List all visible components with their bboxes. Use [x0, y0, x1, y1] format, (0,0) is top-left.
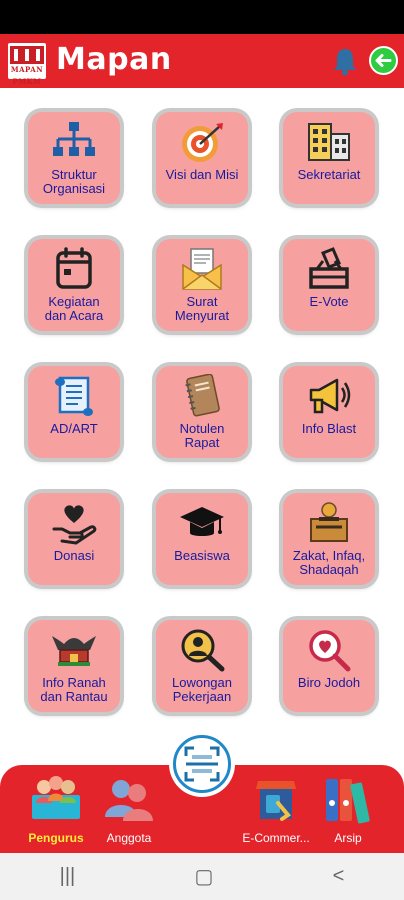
recents-icon[interactable]: ||| [60, 865, 76, 888]
arrow-left-circle-icon [375, 54, 392, 67]
nav-item-e-commerce[interactable]: E-Commer... [236, 765, 316, 853]
nav-item-arsip[interactable]: Arsip [308, 765, 388, 853]
nav-label: E-Commer... [242, 831, 310, 845]
app-title: Mapan [56, 42, 172, 77]
heart-search-icon [305, 628, 353, 672]
scan-button[interactable] [173, 735, 231, 793]
menu-tile-kegiatan-dan-acara[interactable]: Kegiatan dan Acara [28, 239, 120, 331]
menu-label: E-Vote [309, 294, 349, 309]
building-icon [305, 120, 353, 164]
menu-tile-biro-jodoh[interactable]: Biro Jodoh [283, 620, 375, 712]
menu-tile-lowongan-pekerjaan[interactable]: Lowongan Pekerjaan [156, 620, 248, 712]
system-nav-bar: ||| ▢ < [0, 853, 404, 900]
nav-label: Anggota [106, 831, 152, 845]
bell-icon[interactable] [330, 46, 360, 76]
back-nav-icon[interactable]: < [333, 865, 345, 888]
menu-label: Zakat, Infaq, Shadaqah [292, 548, 366, 577]
menu-label: Lowongan Pekerjaan [172, 675, 232, 704]
menu-tile-struktur-organisasi[interactable]: Struktur Organisasi [28, 112, 120, 204]
ballot-box-icon [305, 247, 353, 291]
menu-tile-sekretariat[interactable]: Sekretariat [283, 112, 375, 204]
graduation-cap-icon [178, 501, 226, 545]
org-chart-icon [50, 120, 98, 164]
home-icon[interactable]: ▢ [194, 864, 213, 889]
menu-label: Info Blast [301, 421, 357, 436]
shop-icon [248, 773, 304, 825]
heart-hand-icon [50, 501, 98, 545]
menu-tile-ad-art[interactable]: AD/ART [28, 366, 120, 458]
menu-tile-notulen-rapat[interactable]: Notulen Rapat [156, 366, 248, 458]
scroll-icon [50, 374, 98, 418]
nav-item-anggota[interactable]: Anggota [89, 765, 169, 853]
committee-icon [28, 773, 84, 825]
megaphone-icon [305, 374, 353, 418]
menu-label: Surat Menyurat [174, 294, 230, 323]
notebook-icon [178, 374, 226, 418]
menu-label: Struktur Organisasi [42, 167, 106, 196]
binders-icon [320, 773, 376, 825]
nav-label: Arsip [334, 831, 362, 845]
zakat-box-icon [305, 501, 353, 545]
menu-label: Beasiswa [174, 548, 230, 563]
menu-tile-info-ranah-dan-rantau[interactable]: Info Ranah dan Rantau [28, 620, 120, 712]
qr-scan-icon [184, 746, 220, 782]
calendar-icon [50, 247, 98, 291]
menu-tile-zakat[interactable]: Zakat, Infaq, Shadaqah [283, 493, 375, 585]
back-button[interactable] [369, 46, 398, 75]
members-icon [101, 773, 157, 825]
menu-tile-visi-dan-misi[interactable]: Visi dan Misi [156, 112, 248, 204]
menu-label: Biro Jodoh [297, 675, 361, 690]
menu-label: Visi dan Misi [165, 167, 239, 182]
menu-tile-beasiswa[interactable]: Beasiswa [156, 493, 248, 585]
menu-tile-e-vote[interactable]: E-Vote [283, 239, 375, 331]
nav-label: Pengurus [28, 831, 84, 845]
logo-text: MAPAN PMKM [10, 64, 44, 86]
menu-label: Kegiatan dan Acara [44, 294, 104, 323]
app-bar: MAPAN PMKM Mapan [0, 34, 404, 88]
menu-grid: Struktur Organisasi Visi dan Misi Sekret… [0, 88, 404, 760]
menu-label: Info Ranah dan Rantau [40, 675, 108, 704]
nav-item-pengurus[interactable]: Pengurus [16, 765, 96, 853]
menu-label: Notulen Rapat [179, 421, 225, 450]
menu-label: Donasi [53, 548, 95, 563]
menu-tile-surat-menyurat[interactable]: Surat Menyurat [156, 239, 248, 331]
job-search-icon [178, 628, 226, 672]
envelope-icon [178, 247, 226, 291]
app-logo: MAPAN PMKM [8, 43, 46, 86]
rumah-gadang-icon [50, 628, 98, 672]
status-bar [0, 0, 404, 34]
menu-tile-donasi[interactable]: Donasi [28, 493, 120, 585]
menu-tile-info-blast[interactable]: Info Blast [283, 366, 375, 458]
target-icon [178, 120, 226, 164]
menu-label: AD/ART [50, 421, 98, 436]
menu-label: Sekretariat [297, 167, 361, 182]
